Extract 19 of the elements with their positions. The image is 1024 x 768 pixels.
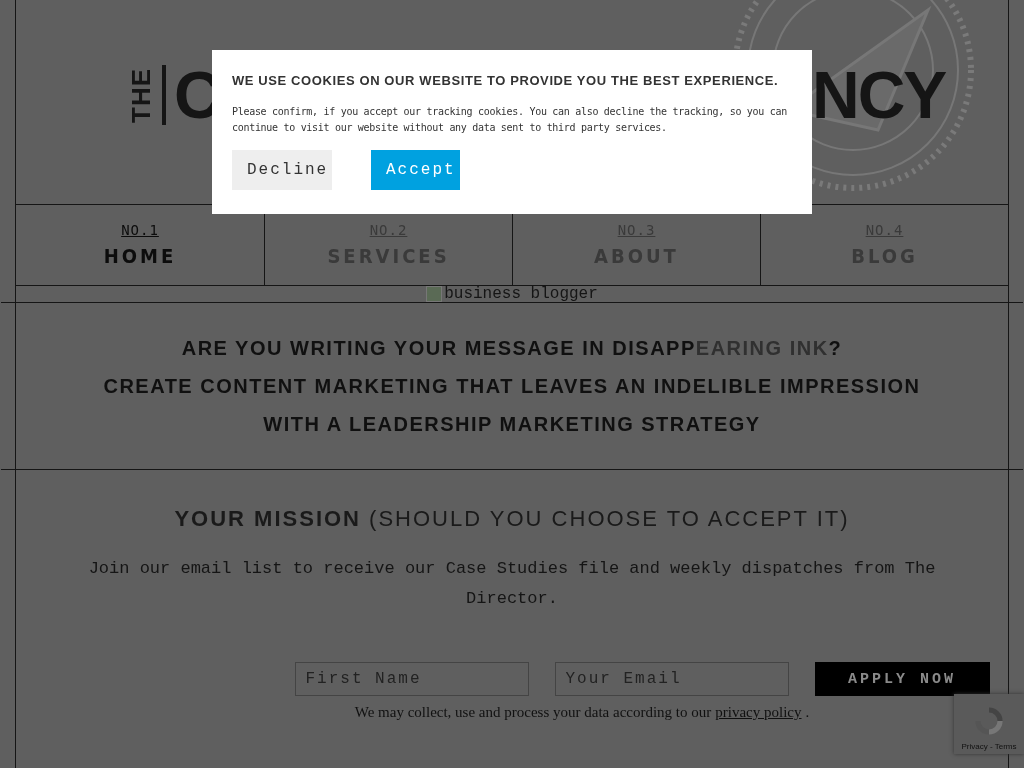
accept-button[interactable]: Accept bbox=[371, 150, 460, 190]
logo-text: NCY bbox=[812, 60, 946, 130]
mission-title: YOUR MISSION (SHOULD YOU CHOOSE TO ACCEPT IT) bbox=[174, 506, 850, 532]
mission-text: Join our email list to receive our Case Studies file and weekly dispatches from The Director. bbox=[87, 558, 937, 610]
nav-link[interactable]: NO.1 HOME bbox=[16, 205, 264, 285]
dialog-title: WE USE COOKIES ON OUR WEBSITE TO PROVIDE YOU THE BEST EXPERIENCE. bbox=[232, 72, 780, 90]
logo-text: THE bbox=[126, 67, 156, 123]
input-field[interactable]: First Name bbox=[294, 662, 529, 696]
recaptcha-badge[interactable]: Privacy - Terms bbox=[954, 694, 1024, 754]
privacy-link[interactable]: privacy policy bbox=[715, 704, 802, 721]
recaptcha-links[interactable]: Privacy - Terms bbox=[961, 742, 1017, 751]
image-alt-text: business blogger bbox=[444, 285, 598, 303]
broken-image-icon bbox=[426, 286, 443, 302]
apply-button[interactable]: APPLY NOW bbox=[814, 662, 990, 696]
privacy-note: We may collect, use and process your data according to our bbox=[354, 704, 712, 721]
punctuation: . bbox=[805, 704, 810, 721]
input-field[interactable]: Your Email bbox=[554, 662, 789, 696]
decline-button[interactable]: Decline bbox=[232, 150, 332, 190]
dialog-text: Please confirm, if you accept our tracking cookies. You can also decline the tracking, so you can continue to visit our website without any data sent to third party services. bbox=[232, 105, 788, 135]
